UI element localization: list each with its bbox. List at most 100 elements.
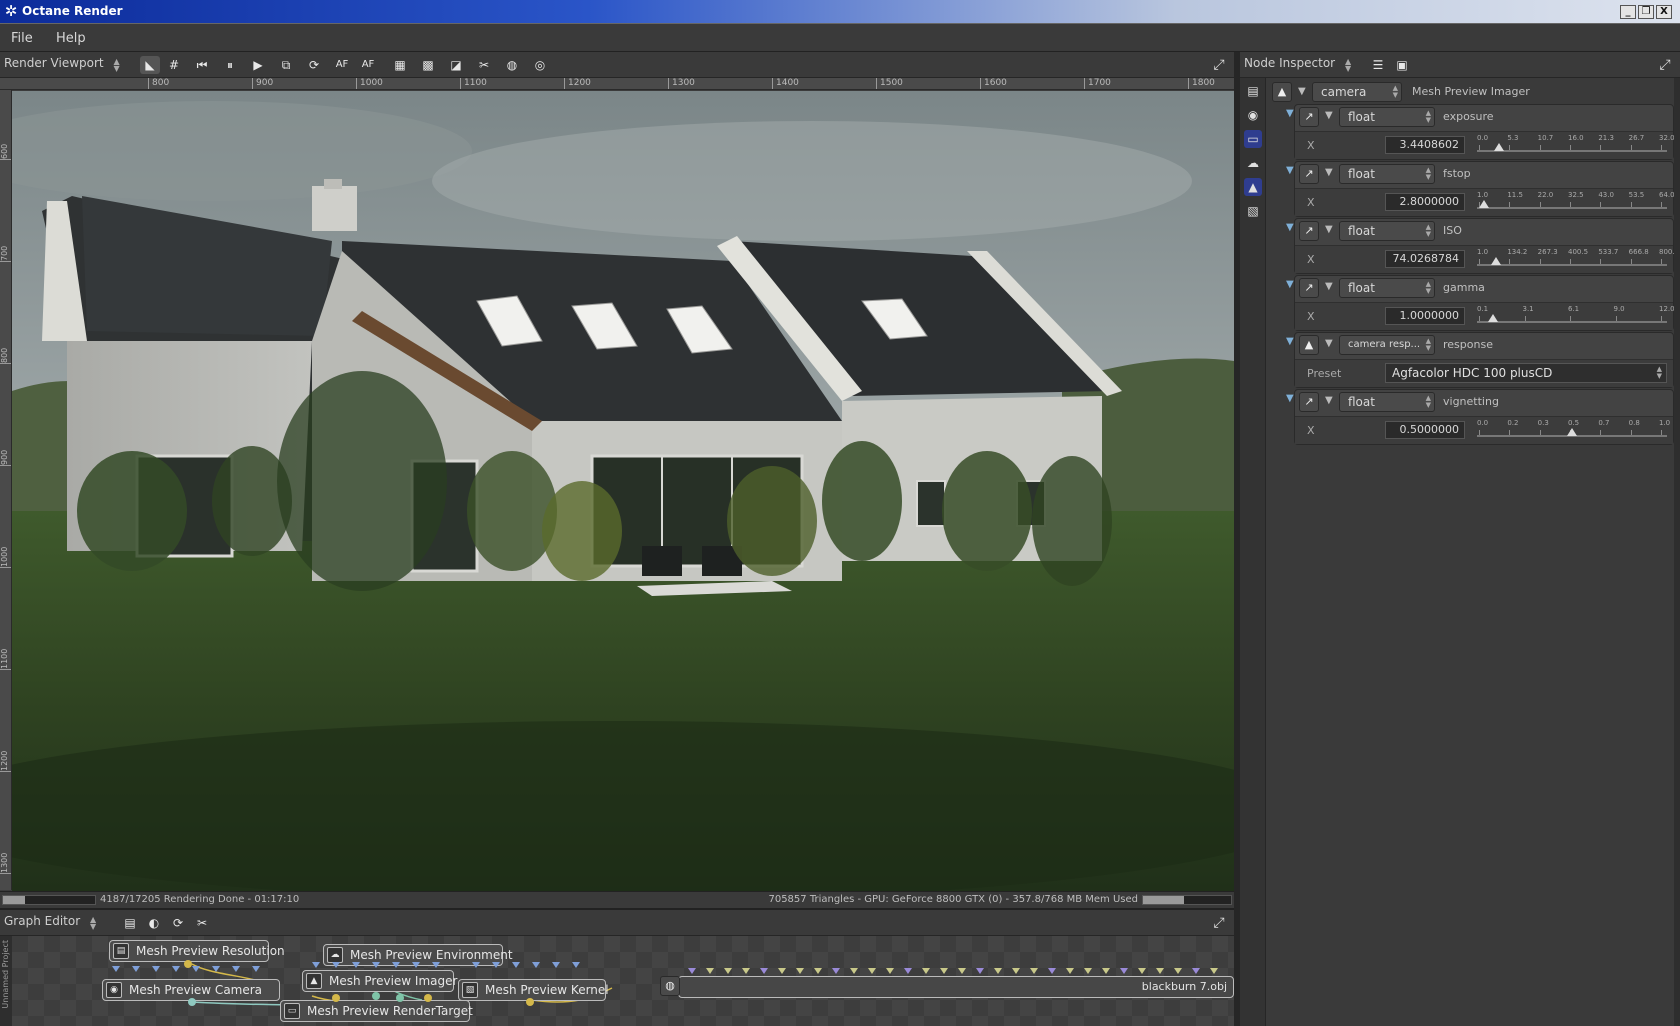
inspector-panel-select[interactable]: Node Inspector ▲ ▼	[1244, 56, 1351, 74]
project-side-tab[interactable]: Unnamed Project	[0, 936, 12, 1026]
param-collapse-icon[interactable]: ▼	[1286, 275, 1294, 295]
param-value-input[interactable]: 2.8000000	[1385, 193, 1465, 211]
param-value-input[interactable]: 0.5000000	[1385, 421, 1465, 439]
input-pin[interactable]	[492, 962, 500, 968]
slider-thumb[interactable]	[1567, 428, 1577, 436]
mesh-input-pin[interactable]	[886, 968, 894, 974]
input-pin[interactable]	[512, 962, 520, 968]
input-pin[interactable]	[572, 962, 580, 968]
param-slider[interactable]: 1.0 134.2 267.3 400.5 533.7 666.8 800.0	[1477, 248, 1679, 270]
input-pin[interactable]	[372, 962, 380, 968]
input-pin[interactable]	[432, 962, 440, 968]
new-node-icon[interactable]: ▤	[120, 914, 140, 932]
play-icon[interactable]: ▶	[248, 56, 268, 74]
param-type-select[interactable]: float ▲ ▼	[1339, 107, 1435, 127]
mesh-input-pin[interactable]	[1012, 968, 1020, 974]
param-value-input[interactable]: 74.0268784	[1385, 250, 1465, 268]
input-pin[interactable]	[472, 962, 480, 968]
maximize-graph-icon[interactable]: ⤢	[1210, 914, 1228, 932]
slider-thumb[interactable]	[1494, 143, 1505, 151]
output-pin[interactable]	[396, 994, 404, 1002]
new-material-icon[interactable]: ◐	[144, 914, 164, 932]
input-pin[interactable]	[152, 966, 160, 972]
mesh-input-pin[interactable]	[994, 968, 1002, 974]
arrange-icon[interactable]: ✂	[192, 914, 212, 932]
input-pin[interactable]	[312, 962, 320, 968]
node-graph-canvas[interactable]: ▤ Mesh Preview Resolution ☁ Mesh Preview En…	[12, 936, 1234, 1026]
param-type-select[interactable]: float ▲ ▼	[1339, 221, 1435, 241]
mesh-input-pin[interactable]	[796, 968, 804, 974]
input-pin[interactable]	[552, 962, 560, 968]
input-pin[interactable]	[172, 966, 180, 972]
collapse-triangle-icon[interactable]: ▼	[1325, 391, 1333, 411]
node-type-select[interactable]: camera ▲ ▼	[1312, 82, 1402, 102]
save-render-icon[interactable]: ◍	[502, 56, 522, 74]
imager-icon[interactable]: ▲	[1244, 178, 1262, 196]
slider-thumb[interactable]	[1490, 257, 1501, 265]
reload-icon[interactable]: ⟳	[168, 914, 188, 932]
camera-icon[interactable]: ◉	[1244, 106, 1262, 124]
param-slider[interactable]: 0.0 5.3 10.7 16.0 21.3 26.7 32.0	[1477, 134, 1675, 156]
viewport-panel-select[interactable]: Render Viewport ▲ ▼	[4, 56, 120, 74]
collapse-all-icon[interactable]: ☰	[1368, 56, 1388, 74]
param-type-select[interactable]: float ▲ ▼	[1339, 164, 1435, 184]
input-pin[interactable]	[332, 962, 340, 968]
mesh-input-pin[interactable]	[724, 968, 732, 974]
mesh-input-pin[interactable]	[1156, 968, 1164, 974]
mesh-input-pin[interactable]	[832, 968, 840, 974]
param-collapse-icon[interactable]: ▼	[1286, 218, 1294, 238]
param-value-input[interactable]: 1.0000000	[1385, 307, 1465, 325]
mesh-input-pin[interactable]	[1192, 968, 1200, 974]
mesh-input-pin[interactable]	[706, 968, 714, 974]
half-icon[interactable]: ◪	[446, 56, 466, 74]
mesh-input-pin[interactable]	[976, 968, 984, 974]
maximize-inspector-icon[interactable]: ⤢	[1656, 56, 1674, 74]
mesh-input-pin[interactable]	[1210, 968, 1218, 974]
mesh-node[interactable]: blackburn 7.obj	[678, 976, 1234, 998]
collapse-triangle-icon[interactable]: ▼	[1298, 82, 1306, 102]
collapse-triangle-icon[interactable]: ▼	[1325, 220, 1333, 240]
refresh-icon[interactable]: ⟳	[304, 56, 324, 74]
mesh-input-pin[interactable]	[1048, 968, 1056, 974]
output-pin[interactable]	[424, 994, 432, 1002]
export-icon[interactable]: ◎	[530, 56, 550, 74]
graph-panel-select[interactable]: Graph Editor ▲ ▼	[4, 914, 96, 932]
mesh-input-pin[interactable]	[778, 968, 786, 974]
output-pin[interactable]	[188, 998, 196, 1006]
environment-icon[interactable]: ☁	[1244, 154, 1262, 172]
slider-thumb[interactable]	[1479, 200, 1490, 208]
resolution-node[interactable]: ▤ Mesh Preview Resolution	[109, 940, 285, 962]
alpha-icon[interactable]: ▦	[390, 56, 410, 74]
checker-icon[interactable]: ▩	[418, 56, 438, 74]
output-pin[interactable]	[184, 960, 192, 968]
param-slider[interactable]: 0.1 3.1 6.1 9.0 12.0	[1477, 305, 1675, 327]
rendered-house-image[interactable]	[12, 91, 1234, 891]
param-slider[interactable]: 1.0 11.5 22.0 32.5 43.0 53.5 64.0	[1477, 191, 1675, 213]
pause-icon[interactable]: ⏸	[220, 56, 240, 74]
maximize-viewport-icon[interactable]: ⤢	[1210, 56, 1228, 74]
slider-thumb[interactable]	[1487, 314, 1498, 322]
mesh-input-pin[interactable]	[1030, 968, 1038, 974]
collapse-triangle-icon[interactable]: ▼	[1325, 163, 1333, 183]
autofocus-icon[interactable]: AF	[332, 56, 352, 74]
param-slider[interactable]: 0.0 0.2 0.3 0.5 0.7 0.8 1.0	[1477, 419, 1670, 441]
kernel-icon[interactable]: ▧	[1244, 202, 1262, 220]
minimize-button[interactable]: _	[1620, 5, 1636, 19]
mesh-input-pin[interactable]	[868, 968, 876, 974]
collapse-triangle-icon[interactable]: ▼	[1325, 277, 1333, 297]
output-pin[interactable]	[372, 992, 380, 1000]
imager-node[interactable]: ▲ Mesh Preview Imager	[302, 970, 457, 992]
grid-icon[interactable]: #	[164, 56, 184, 74]
output-pin[interactable]	[332, 994, 340, 1002]
param-type-select[interactable]: camera resp... ▲ ▼	[1339, 335, 1435, 355]
mesh-input-pin[interactable]	[958, 968, 966, 974]
region-icon[interactable]: ⧉	[276, 56, 296, 74]
param-collapse-icon[interactable]: ▼	[1286, 104, 1294, 124]
mesh-input-pin[interactable]	[814, 968, 822, 974]
mesh-input-pin[interactable]	[922, 968, 930, 974]
input-pin[interactable]	[392, 962, 400, 968]
param-collapse-icon[interactable]: ▼	[1286, 161, 1294, 181]
input-pin[interactable]	[252, 966, 260, 972]
param-value-input[interactable]: 3.4408602	[1385, 136, 1465, 154]
rendertarget-node[interactable]: ▭ Mesh Preview RenderTarget	[280, 1000, 473, 1022]
